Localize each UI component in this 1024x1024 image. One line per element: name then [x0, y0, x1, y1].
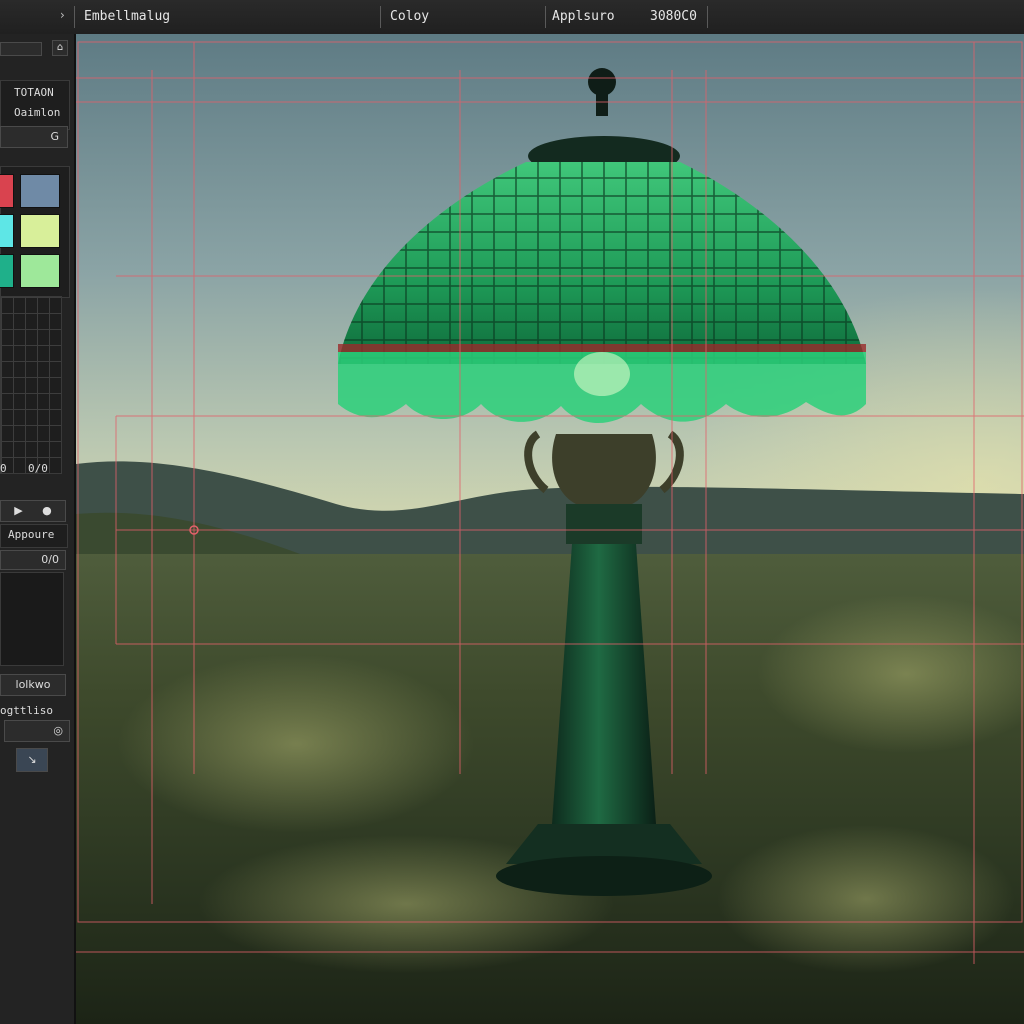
lock-button-label: lolkwo — [15, 678, 51, 691]
color-swatch[interactable] — [20, 214, 60, 248]
panel-subtitle: Oaimlon — [14, 106, 61, 119]
side-panel: ⌂ TOTAON Oaimlon G 0 0/0 ▶ ● Appoure 0/0… — [0, 34, 76, 1024]
value-text: 0/0 — [41, 553, 59, 566]
toolbar-divider — [380, 6, 381, 28]
toolbar-divider — [707, 6, 708, 28]
color-swatch[interactable] — [0, 174, 14, 208]
field-label: Applsuro — [552, 9, 615, 24]
pen-tool-button[interactable]: ↘ — [16, 748, 48, 772]
field-icon: G — [50, 130, 59, 143]
lock-button[interactable]: lolkwo — [0, 674, 66, 696]
frame-icon[interactable]: ⌂ — [52, 40, 68, 56]
grid-value: 0/0 — [28, 462, 48, 475]
color-swatch[interactable] — [20, 174, 60, 208]
image-canvas[interactable] — [76, 34, 1024, 1024]
chevron-right-icon[interactable]: › — [60, 8, 65, 22]
preview-box — [0, 572, 64, 666]
color-swatch[interactable] — [0, 254, 14, 288]
toolbar-divider — [74, 6, 75, 28]
property-field[interactable]: G — [0, 126, 68, 148]
pen-icon: ↘ — [27, 753, 37, 766]
slider-track[interactable] — [0, 42, 42, 56]
apply-label[interactable]: Appoure — [8, 528, 54, 541]
guide-overlay — [76, 41, 1024, 964]
value-field[interactable]: 0/0 — [0, 550, 66, 570]
section-label: ogttliso — [0, 704, 53, 717]
target-icon: ◎ — [53, 724, 63, 737]
selection-frame[interactable] — [77, 41, 1023, 923]
grid-value: 0 — [0, 462, 7, 475]
record-icon[interactable]: ● — [42, 504, 52, 517]
panel-title: TOTAON — [14, 86, 54, 99]
color-label: Coloy — [390, 9, 430, 24]
target-field[interactable]: ◎ — [4, 720, 70, 742]
play-icon[interactable]: ▶ — [14, 504, 22, 517]
transport-controls: ▶ ● — [0, 500, 66, 522]
color-swatch[interactable] — [20, 254, 60, 288]
top-toolbar: › Embellmalug Coloy Applsuro 3080C0 — [0, 0, 1024, 35]
layer-name[interactable]: Embellmalug — [84, 9, 170, 24]
hex-value-field[interactable]: 3080C0 — [650, 9, 697, 24]
toolbar-divider — [545, 6, 546, 28]
color-swatch[interactable] — [0, 214, 14, 248]
curve-grid[interactable] — [0, 296, 62, 474]
